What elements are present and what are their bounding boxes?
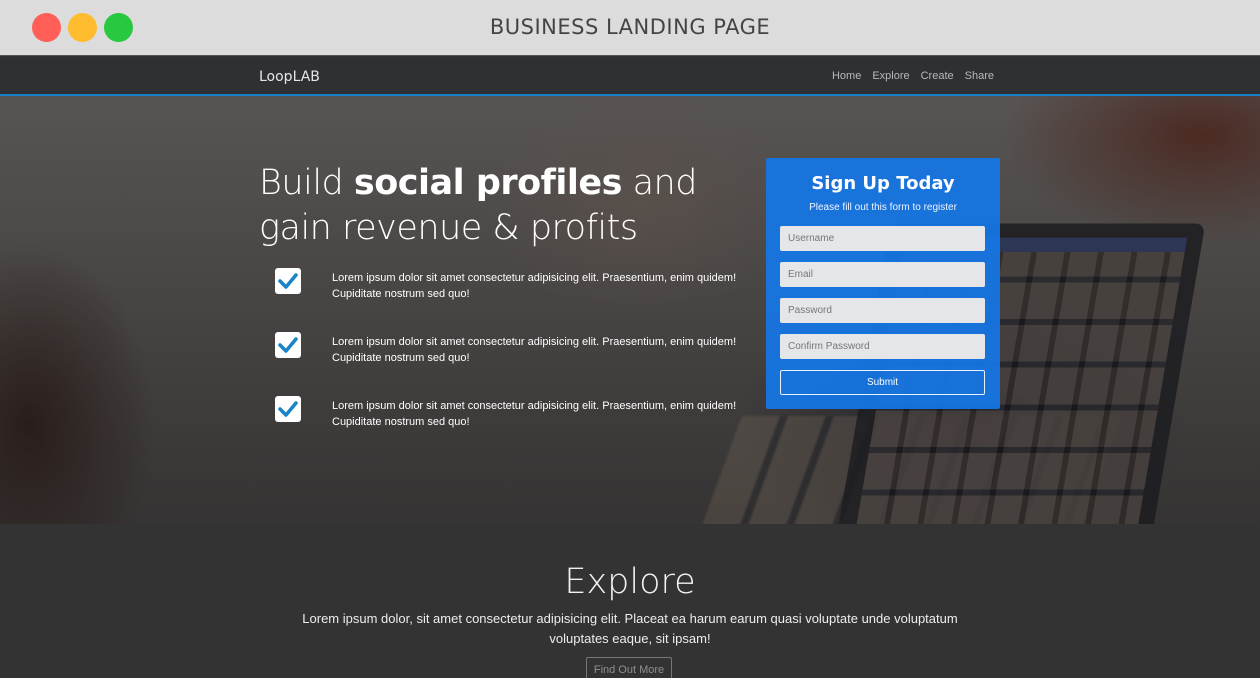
nav-links: Home Explore Create Share [832, 70, 994, 82]
explore-title: Explore [564, 562, 696, 602]
nav-link-explore[interactable]: Explore [872, 70, 909, 82]
nav-link-share[interactable]: Share [965, 70, 994, 82]
signup-title: Sign Up Today [811, 173, 955, 194]
navbar: LoopLAB Home Explore Create Share [0, 57, 1260, 96]
signup-form: Sign Up Today Please fill out this form … [766, 158, 1000, 409]
email-input[interactable] [780, 262, 985, 287]
brand-logo[interactable]: LoopLAB [259, 69, 320, 85]
find-out-more-button[interactable]: Find Out More [586, 657, 672, 678]
signup-subtitle: Please fill out this form to register [809, 202, 957, 213]
feature-text: Lorem ipsum dolor sit amet consectetur a… [332, 400, 737, 428]
explore-text: Lorem ipsum dolor, sit amet consectetur … [302, 611, 958, 646]
hero-headline: Build social profiles and gain revenue &… [259, 163, 697, 248]
check-icon [275, 396, 301, 422]
nav-link-create[interactable]: Create [921, 70, 954, 82]
check-icon [275, 268, 301, 294]
check-icon [275, 332, 301, 358]
headline-emphasis: social profiles [353, 163, 623, 203]
feature-text: Lorem ipsum dolor sit amet consectetur a… [332, 336, 737, 364]
feature-text: Lorem ipsum dolor sit amet consectetur a… [332, 272, 737, 300]
window-title: BUSINESS LANDING PAGE [489, 15, 771, 39]
username-input[interactable] [780, 226, 985, 251]
hero-section: Build social profiles and gain revenue &… [0, 96, 1260, 524]
password-input[interactable] [780, 298, 985, 323]
submit-button[interactable]: Submit [780, 370, 985, 395]
explore-section: Explore Lorem ipsum dolor, sit amet cons… [0, 524, 1260, 678]
confirm-password-input[interactable] [780, 334, 985, 359]
nav-link-home[interactable]: Home [832, 70, 861, 82]
window-titlebar: BUSINESS LANDING PAGE [0, 0, 1260, 56]
